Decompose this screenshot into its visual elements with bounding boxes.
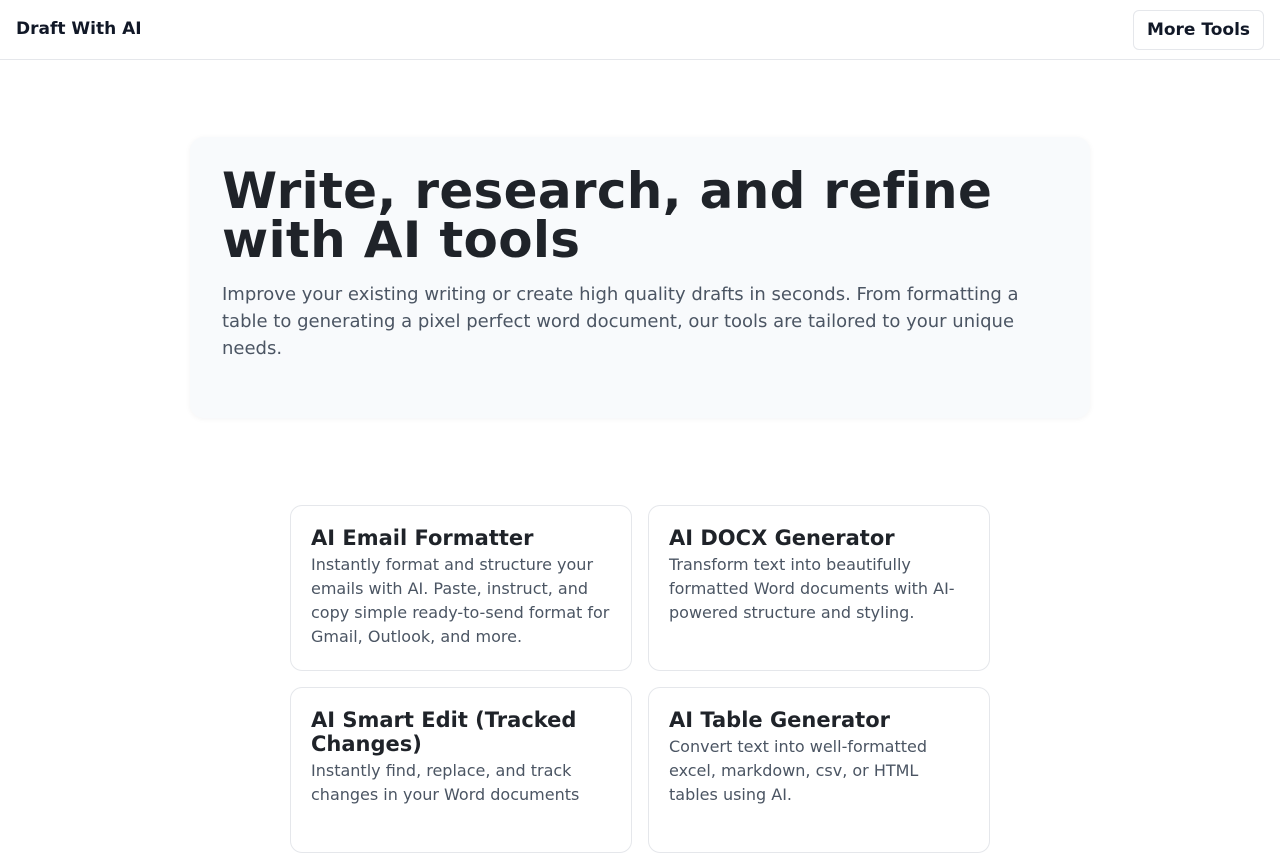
tool-card-description: Convert text into well-formatted excel, …	[669, 737, 927, 804]
tool-card-title: AI DOCX Generator	[669, 526, 895, 550]
hero-subtitle: Improve your existing writing or create …	[222, 284, 1019, 359]
more-tools-button[interactable]: More Tools	[1133, 10, 1264, 50]
hero-title: Write, research, and refine with AI tool…	[222, 162, 993, 269]
brand-logo-link[interactable]: Draft With AI	[16, 19, 142, 39]
tool-card-smart-edit[interactable]: AI Smart Edit (Tracked Changes) Instantl…	[290, 687, 632, 853]
tool-card-docx-generator[interactable]: AI DOCX Generator Transform text into be…	[648, 505, 990, 671]
tool-card-description: Instantly format and structure your emai…	[311, 555, 610, 646]
top-nav-bar: Draft With AI More Tools	[0, 0, 1280, 60]
tool-card-description: Transform text into beautifully formatte…	[669, 555, 955, 622]
tool-card-title: AI Email Formatter	[311, 526, 534, 550]
tool-card-email-formatter[interactable]: AI Email Formatter Instantly format and …	[290, 505, 632, 671]
hero-section: Write, research, and refine with AI tool…	[190, 137, 1090, 418]
tool-card-title: AI Table Generator	[669, 708, 890, 732]
tool-card-table-generator[interactable]: AI Table Generator Convert text into wel…	[648, 687, 990, 853]
tool-card-title: AI Smart Edit (Tracked Changes)	[311, 708, 577, 756]
